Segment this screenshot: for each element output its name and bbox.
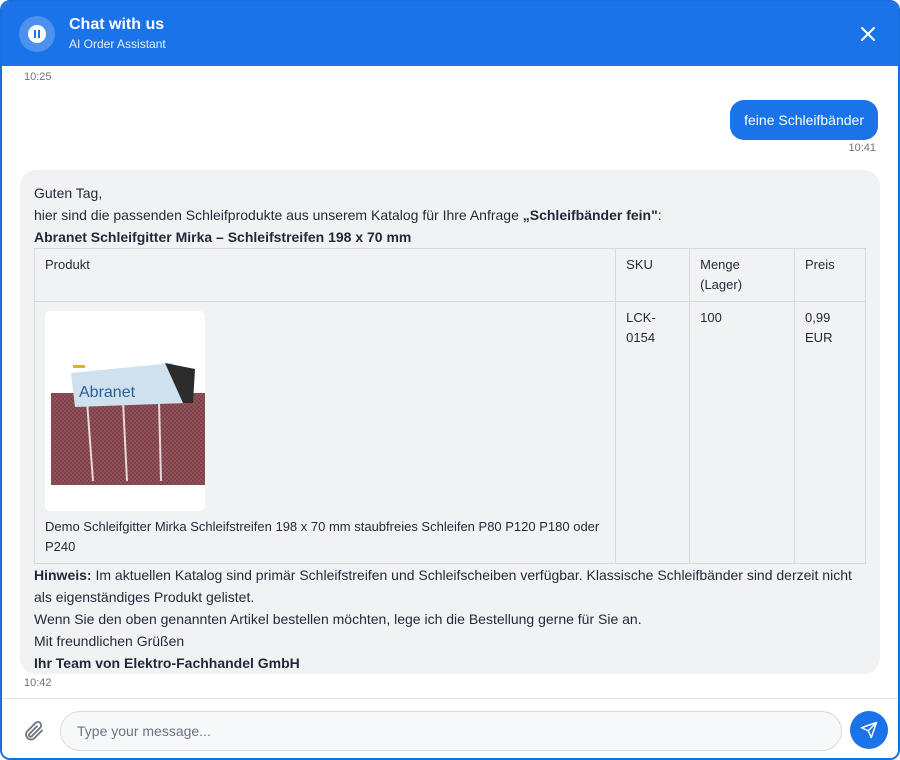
paperclip-icon xyxy=(25,721,43,741)
product-image-logo-text: Abranet xyxy=(79,384,136,401)
product-heading-text: Abranet Schleifgitter Mirka – Schleifstr… xyxy=(34,229,412,245)
signature: Ihr Team von Elektro-Fachhandel GmbH xyxy=(34,652,866,674)
table-row: Abranet Demo Schleifgitter Mirka Schleif… xyxy=(33,301,866,564)
bot-message-bubble: Guten Tag, hier sind die passenden Schle… xyxy=(20,170,880,674)
sku-cell: LCK-0154 xyxy=(615,301,691,564)
quantity-cell: 100 xyxy=(689,301,796,564)
product-image[interactable]: Abranet xyxy=(45,311,205,511)
product-description: Demo Schleifgitter Mirka Schleifstreifen… xyxy=(45,519,600,554)
user-message-text: feine Schleifbänder xyxy=(744,112,864,128)
message-input[interactable] xyxy=(60,711,842,751)
bot-message-timestamp: 10:42 xyxy=(24,677,52,689)
bot-intro-query: „Schleifbänder fein" xyxy=(522,207,658,223)
closing-text: Mit freundlichen Grüßen xyxy=(34,633,185,649)
product-table: Produkt SKU Menge (Lager) Preis Abranet … xyxy=(33,248,866,564)
assistant-logo xyxy=(19,16,55,52)
price-cell: 0,99 EUR xyxy=(794,301,866,564)
bot-greeting: Guten Tag, xyxy=(34,185,103,201)
user-message-bubble: feine Schleifbänder xyxy=(730,100,878,140)
attach-button[interactable] xyxy=(22,719,46,743)
order-offer: Wenn Sie den oben genannten Artikel best… xyxy=(34,611,642,627)
bot-intro-text: hier sind die passenden Schleifprodukte … xyxy=(34,207,523,223)
signature-text: Ihr Team von Elektro-Fachhandel GmbH xyxy=(34,655,300,671)
bot-intro: hier sind die passenden Schleifprodukte … xyxy=(34,204,866,226)
user-message-timestamp: 10:41 xyxy=(848,142,876,154)
header-subtitle: AI Order Assistant xyxy=(69,37,166,51)
message-composer xyxy=(2,698,898,758)
product-heading: Abranet Schleifgitter Mirka – Schleifstr… xyxy=(34,226,866,248)
table-header-cell: Preis xyxy=(794,248,866,302)
bot-intro-colon: : xyxy=(657,207,662,223)
note-text: Im aktuellen Katalog sind primär Schleif… xyxy=(34,567,852,605)
product-cell: Abranet Demo Schleifgitter Mirka Schleif… xyxy=(33,301,617,564)
send-icon xyxy=(860,721,878,739)
close-icon xyxy=(861,27,875,41)
send-button[interactable] xyxy=(850,711,888,749)
chat-header: Chat with us AI Order Assistant xyxy=(2,2,898,66)
close-button[interactable] xyxy=(856,22,880,46)
chat-window: Chat with us AI Order Assistant 10:25 fe… xyxy=(0,0,900,760)
message-timestamp: 10:25 xyxy=(24,71,52,83)
table-header-cell: Produkt xyxy=(33,248,617,302)
message-list[interactable]: 10:25 feine Schleifbänder 10:41 Guten Ta… xyxy=(2,66,898,696)
table-header-cell: SKU xyxy=(615,248,691,302)
table-header-row: Produkt SKU Menge (Lager) Preis xyxy=(33,248,866,302)
bot-note: Hinweis: Im aktuellen Katalog sind primä… xyxy=(34,564,866,608)
note-label: Hinweis: xyxy=(34,567,92,583)
table-header-cell: Menge (Lager) xyxy=(689,248,796,302)
pause-circle-icon xyxy=(28,25,46,43)
header-title: Chat with us xyxy=(69,16,165,33)
